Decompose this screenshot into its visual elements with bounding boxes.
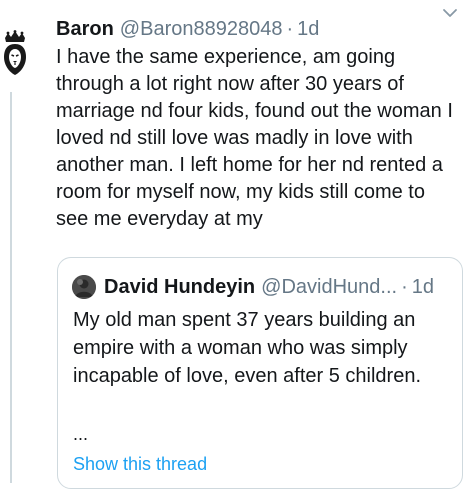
author-name[interactable]: Baron <box>56 16 114 42</box>
quoted-tweet-text: My old man spent 37 years building an em… <box>73 309 421 387</box>
chevron-down-icon <box>443 9 457 17</box>
show-this-thread-link[interactable]: Show this thread <box>73 453 207 475</box>
tweet-timestamp[interactable]: 1d <box>297 16 319 42</box>
tweet-menu-button[interactable] <box>440 6 460 20</box>
quoted-author-name: David Hundeyin <box>104 276 256 298</box>
tweet-text: I have the same experience, am going thr… <box>56 46 453 230</box>
quoted-author-avatar <box>72 275 96 299</box>
author-avatar[interactable] <box>2 30 28 76</box>
quoted-tweet-ellipsis: ... <box>73 424 89 444</box>
tweet[interactable]: Baron @Baron88928048 · 1d I have the sam… <box>56 16 470 233</box>
quoted-tweet-card[interactable]: David Hundeyin @DavidHund... · 1d My old… <box>57 257 463 489</box>
quoted-header-separator: · <box>401 276 408 298</box>
lion-crown-icon <box>4 30 26 75</box>
quoted-tweet-timestamp: 1d <box>411 276 434 298</box>
quoted-author-handle: @DavidHund... <box>261 276 398 298</box>
header-separator: · <box>286 18 294 40</box>
quoted-tweet-header: David Hundeyin @DavidHund... · 1d <box>72 274 452 300</box>
author-handle[interactable]: @Baron88928048 <box>120 16 283 42</box>
thread-connector-line <box>10 92 12 483</box>
tweet-header: Baron @Baron88928048 · 1d <box>56 16 470 42</box>
